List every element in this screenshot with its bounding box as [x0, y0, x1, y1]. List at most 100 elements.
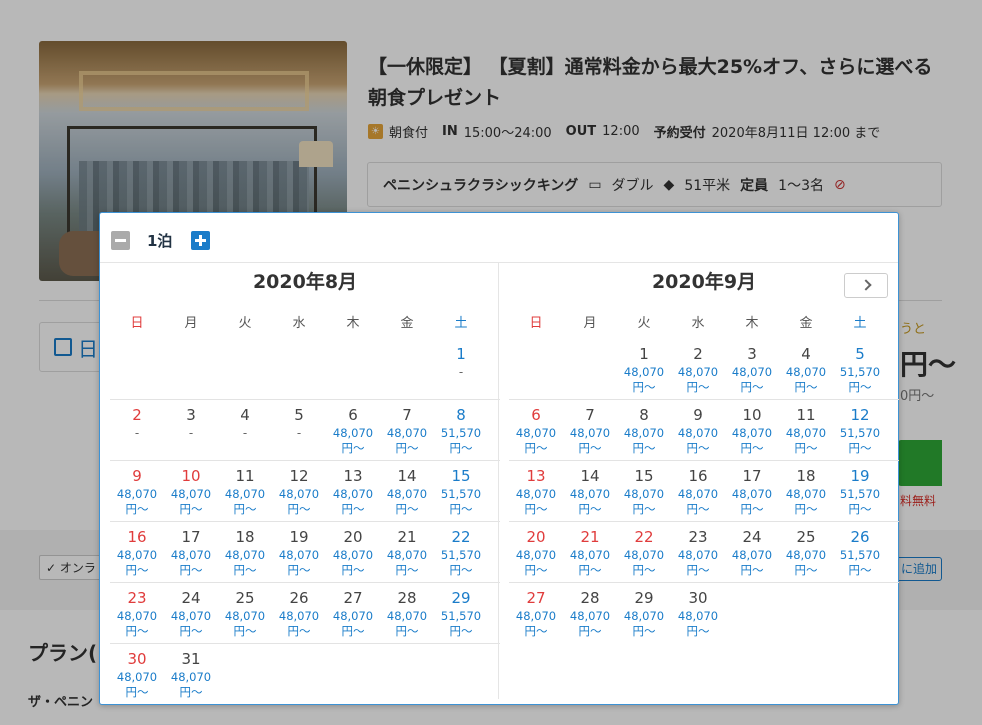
day-cell[interactable]: 18 48,070 円〜: [218, 522, 272, 582]
day-number: 27: [343, 589, 363, 607]
day-cell: 5-: [272, 400, 326, 460]
day-price: 48,070 円〜: [623, 426, 665, 455]
day-cell[interactable]: 27 48,070 円〜: [326, 583, 380, 643]
day-cell[interactable]: 17 48,070 円〜: [164, 522, 218, 582]
day-cell[interactable]: 19 48,070 円〜: [272, 522, 326, 582]
day-cell[interactable]: 20 48,070 円〜: [326, 522, 380, 582]
day-cell[interactable]: 17 48,070 円〜: [725, 461, 779, 521]
day-price: 48,070 円〜: [677, 548, 719, 577]
day-cell[interactable]: 28 48,070 円〜: [563, 583, 617, 644]
day-cell[interactable]: 15 48,070 円〜: [617, 461, 671, 521]
day-cell[interactable]: 14 48,070 円〜: [380, 461, 434, 521]
day-cell[interactable]: 22 48,070 円〜: [617, 522, 671, 582]
weekday-label: 金: [400, 316, 414, 331]
day-cell[interactable]: 6 48,070 円〜: [509, 400, 563, 460]
day-cell[interactable]: 20 48,070 円〜: [509, 522, 563, 582]
day-price: 51,570 円〜: [839, 365, 881, 394]
day-cell[interactable]: 9 48,070 円〜: [110, 461, 164, 521]
day-cell: 2-: [110, 400, 164, 460]
day-cell[interactable]: 2 48,070 円〜: [671, 339, 725, 399]
weekday-header: 日月火水木金土: [509, 309, 899, 339]
nights-increase-button[interactable]: [191, 231, 210, 250]
month-august: 2020年8月 日月火水木金土 1-2-3-4-5-6 48,070 円〜 7 48,…: [110, 263, 500, 705]
week-rows: 1 48,070 円〜 2 48,070 円〜 3 48,070 円〜 4 48,070 円〜…: [509, 339, 899, 644]
next-month-button[interactable]: [844, 273, 888, 298]
day-cell[interactable]: 25 48,070 円〜: [779, 522, 833, 582]
day-cell[interactable]: 8 51,570 円〜: [434, 400, 488, 460]
day-number: 17: [742, 467, 762, 485]
day-cell[interactable]: 26 51,570 円〜: [833, 522, 887, 582]
day-price: 48,070 円〜: [569, 487, 611, 516]
day-cell[interactable]: 13 48,070 円〜: [326, 461, 380, 521]
day-cell[interactable]: 9 48,070 円〜: [671, 400, 725, 460]
day-cell[interactable]: 21 48,070 円〜: [563, 522, 617, 582]
day-number: 30: [127, 650, 147, 668]
week-rows: 1-2-3-4-5-6 48,070 円〜 7 48,070 円〜 8 51,570 円〜…: [110, 339, 500, 705]
day-cell[interactable]: 16 48,070 円〜: [671, 461, 725, 521]
day-cell[interactable]: 25 48,070 円〜: [218, 583, 272, 643]
day-number: 4: [801, 345, 811, 363]
day-cell[interactable]: 30 48,070 円〜: [671, 583, 725, 644]
day-price: 48,070 円〜: [569, 548, 611, 577]
day-cell[interactable]: 7 48,070 円〜: [380, 400, 434, 460]
day-number: 5: [855, 345, 865, 363]
day-cell[interactable]: 5 51,570 円〜: [833, 339, 887, 399]
day-cell[interactable]: 10 48,070 円〜: [725, 400, 779, 460]
day-cell[interactable]: 26 48,070 円〜: [272, 583, 326, 643]
day-cell[interactable]: 11 48,070 円〜: [218, 461, 272, 521]
day-cell[interactable]: 21 48,070 円〜: [380, 522, 434, 582]
day-number: 23: [127, 589, 147, 607]
day-cell[interactable]: 3 48,070 円〜: [725, 339, 779, 399]
day-cell[interactable]: 24 48,070 円〜: [725, 522, 779, 582]
day-price: 51,570 円〜: [839, 426, 881, 455]
empty-day-cell: [326, 644, 380, 705]
day-cell[interactable]: 4 48,070 円〜: [779, 339, 833, 399]
day-cell[interactable]: 23 48,070 円〜: [671, 522, 725, 582]
day-cell[interactable]: 29 51,570 円〜: [434, 583, 488, 643]
day-price: 48,070 円〜: [386, 426, 428, 455]
day-cell[interactable]: 19 51,570 円〜: [833, 461, 887, 521]
day-cell[interactable]: 14 48,070 円〜: [563, 461, 617, 521]
day-cell[interactable]: 1 48,070 円〜: [617, 339, 671, 399]
day-price: 48,070 円〜: [515, 426, 557, 455]
weekday-label: 土: [454, 316, 468, 331]
day-price: 48,070 円〜: [623, 365, 665, 394]
day-cell[interactable]: 30 48,070 円〜: [110, 644, 164, 705]
day-number: 16: [688, 467, 708, 485]
day-cell[interactable]: 15 51,570 円〜: [434, 461, 488, 521]
day-cell[interactable]: 6 48,070 円〜: [326, 400, 380, 460]
day-cell[interactable]: 12 51,570 円〜: [833, 400, 887, 460]
day-cell[interactable]: 24 48,070 円〜: [164, 583, 218, 643]
day-cell[interactable]: 12 48,070 円〜: [272, 461, 326, 521]
day-price: 48,070 円〜: [224, 609, 266, 638]
day-price: 48,070 円〜: [116, 670, 158, 699]
day-cell[interactable]: 23 48,070 円〜: [110, 583, 164, 643]
day-price: 48,070 円〜: [224, 548, 266, 577]
day-number: 21: [580, 528, 600, 546]
day-number: 21: [397, 528, 417, 546]
day-cell[interactable]: 13 48,070 円〜: [509, 461, 563, 521]
day-cell[interactable]: 28 48,070 円〜: [380, 583, 434, 643]
day-cell[interactable]: 29 48,070 円〜: [617, 583, 671, 644]
weekday-label: 土: [853, 316, 867, 331]
day-cell[interactable]: 11 48,070 円〜: [779, 400, 833, 460]
nights-decrease-button[interactable]: [111, 231, 130, 250]
day-cell[interactable]: 16 48,070 円〜: [110, 522, 164, 582]
day-cell[interactable]: 7 48,070 円〜: [563, 400, 617, 460]
empty-day-cell: [563, 339, 617, 399]
day-price: 48,070 円〜: [623, 548, 665, 577]
day-price: 48,070 円〜: [170, 548, 212, 577]
weekday-label: 水: [292, 316, 306, 331]
day-cell[interactable]: 27 48,070 円〜: [509, 583, 563, 644]
day-cell[interactable]: 8 48,070 円〜: [617, 400, 671, 460]
day-cell[interactable]: 10 48,070 円〜: [164, 461, 218, 521]
day-number: 20: [526, 528, 546, 546]
day-cell[interactable]: 18 48,070 円〜: [779, 461, 833, 521]
day-number: 13: [526, 467, 546, 485]
day-cell[interactable]: 22 51,570 円〜: [434, 522, 488, 582]
day-number: 16: [127, 528, 147, 546]
day-cell[interactable]: 31 48,070 円〜: [164, 644, 218, 705]
empty-day-cell: [218, 339, 272, 399]
weekday-label: 日: [529, 316, 543, 331]
day-number: 10: [181, 467, 201, 485]
